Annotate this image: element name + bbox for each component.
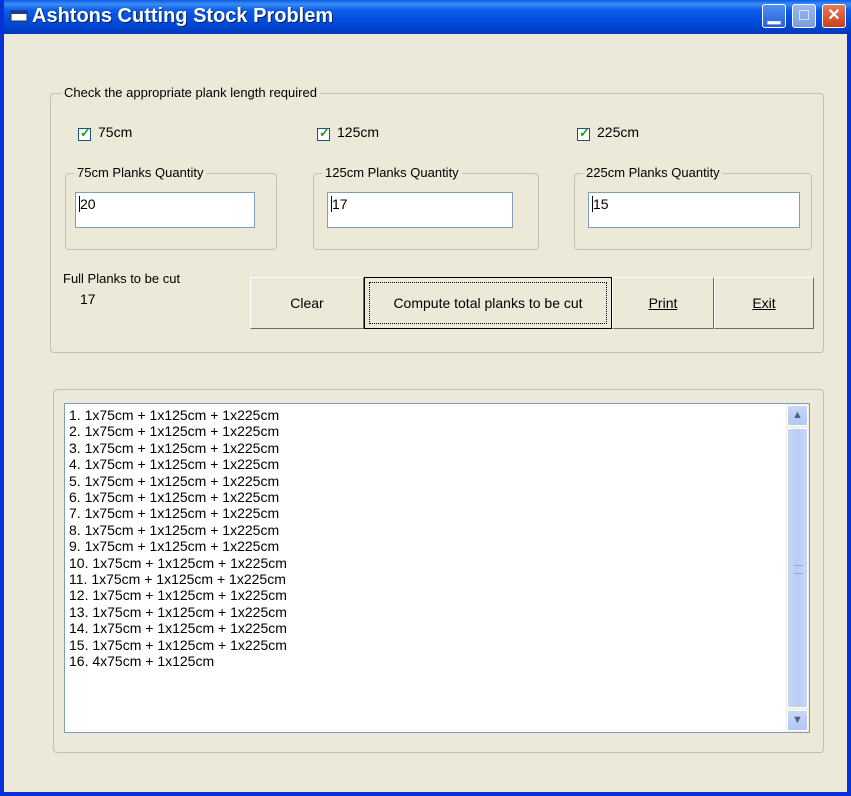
results-listbox[interactable]: 1. 1x75cm + 1x125cm + 1x225cm 2. 1x75cm … — [64, 403, 810, 733]
chevron-up-icon: ▲ — [792, 409, 803, 421]
quantity-125cm-legend: 125cm Planks Quantity — [322, 165, 462, 181]
checkbox-125cm-label[interactable]: 125cm — [337, 124, 379, 140]
list-item[interactable]: 13. 1x75cm + 1x125cm + 1x225cm — [69, 604, 287, 620]
quantity-75cm-input[interactable]: 20 — [75, 192, 255, 228]
print-button-label: Print — [648, 295, 678, 311]
quantity-75cm-value: 20 — [80, 196, 96, 212]
list-item[interactable]: 11. 1x75cm + 1x125cm + 1x225cm — [69, 571, 287, 587]
scroll-thumb[interactable] — [787, 428, 808, 708]
checkbox-75cm-label[interactable]: 75cm — [98, 124, 132, 140]
maximize-icon: □ — [799, 7, 809, 24]
clear-button-label: Clear — [290, 295, 324, 311]
window-title: Ashtons Cutting Stock Problem — [32, 5, 334, 27]
quantity-75cm-legend: 75cm Planks Quantity — [74, 165, 207, 181]
list-item[interactable]: 15. 1x75cm + 1x125cm + 1x225cm — [69, 637, 287, 653]
focus-rectangle — [369, 282, 607, 324]
plank-length-group-legend: Check the appropriate plank length requi… — [61, 85, 320, 101]
list-item[interactable]: 14. 1x75cm + 1x125cm + 1x225cm — [69, 620, 287, 636]
list-item[interactable]: 12. 1x75cm + 1x125cm + 1x225cm — [69, 587, 287, 603]
list-item[interactable]: 2. 1x75cm + 1x125cm + 1x225cm — [69, 423, 287, 439]
list-item[interactable]: 6. 1x75cm + 1x125cm + 1x225cm — [69, 489, 287, 505]
quantity-125cm-value: 17 — [332, 196, 348, 212]
minimize-button[interactable]: ▁ — [762, 4, 786, 28]
exit-button-label: Exit — [752, 295, 776, 311]
checkmark-icon: ✓ — [80, 125, 91, 140]
quantity-225cm-legend: 225cm Planks Quantity — [583, 165, 723, 181]
quantity-225cm-input[interactable]: 15 — [588, 192, 800, 228]
list-item[interactable]: 16. 4x75cm + 1x125cm — [69, 653, 287, 669]
exit-button[interactable]: Exit — [714, 277, 814, 329]
checkbox-75cm[interactable]: ✓ — [78, 125, 91, 141]
list-item[interactable]: 4. 1x75cm + 1x125cm + 1x225cm — [69, 456, 287, 472]
checkmark-icon: ✓ — [319, 125, 330, 140]
list-item[interactable]: 1. 1x75cm + 1x125cm + 1x225cm — [69, 407, 287, 423]
list-item[interactable]: 3. 1x75cm + 1x125cm + 1x225cm — [69, 440, 287, 456]
checkbox-125cm[interactable]: ✓ — [317, 125, 330, 141]
checkbox-225cm[interactable]: ✓ — [577, 125, 590, 141]
quantity-225cm-value: 15 — [593, 196, 609, 212]
list-item[interactable]: 10. 1x75cm + 1x125cm + 1x225cm — [69, 555, 287, 571]
full-planks-value: 17 — [80, 291, 96, 307]
compute-button[interactable]: Compute total planks to be cut — [364, 277, 612, 329]
vertical-scrollbar[interactable]: ▲ ▼ — [786, 404, 809, 732]
scroll-grip — [794, 565, 803, 574]
quantity-125cm-input[interactable]: 17 — [327, 192, 513, 228]
close-icon: ✕ — [827, 7, 841, 24]
scroll-down-button[interactable]: ▼ — [787, 710, 808, 731]
title-bar[interactable]: Ashtons Cutting Stock Problem ▁ □ ✕ — [4, 0, 851, 34]
full-planks-label: Full Planks to be cut — [63, 271, 181, 286]
list-item[interactable]: 8. 1x75cm + 1x125cm + 1x225cm — [69, 522, 287, 538]
scroll-up-button[interactable]: ▲ — [787, 405, 808, 426]
checkmark-icon: ✓ — [579, 125, 590, 140]
app-window-icon — [10, 10, 28, 22]
clear-button[interactable]: Clear — [250, 277, 364, 329]
minimize-icon: ▁ — [767, 7, 781, 24]
close-button[interactable]: ✕ — [822, 4, 846, 28]
print-button[interactable]: Print — [612, 277, 714, 329]
chevron-down-icon: ▼ — [792, 714, 803, 726]
results-list: 1. 1x75cm + 1x125cm + 1x225cm 2. 1x75cm … — [69, 407, 287, 670]
checkbox-225cm-label[interactable]: 225cm — [597, 124, 639, 140]
list-item[interactable]: 9. 1x75cm + 1x125cm + 1x225cm — [69, 538, 287, 554]
list-item[interactable]: 5. 1x75cm + 1x125cm + 1x225cm — [69, 473, 287, 489]
list-item[interactable]: 7. 1x75cm + 1x125cm + 1x225cm — [69, 505, 287, 521]
maximize-button[interactable]: □ — [792, 4, 816, 28]
